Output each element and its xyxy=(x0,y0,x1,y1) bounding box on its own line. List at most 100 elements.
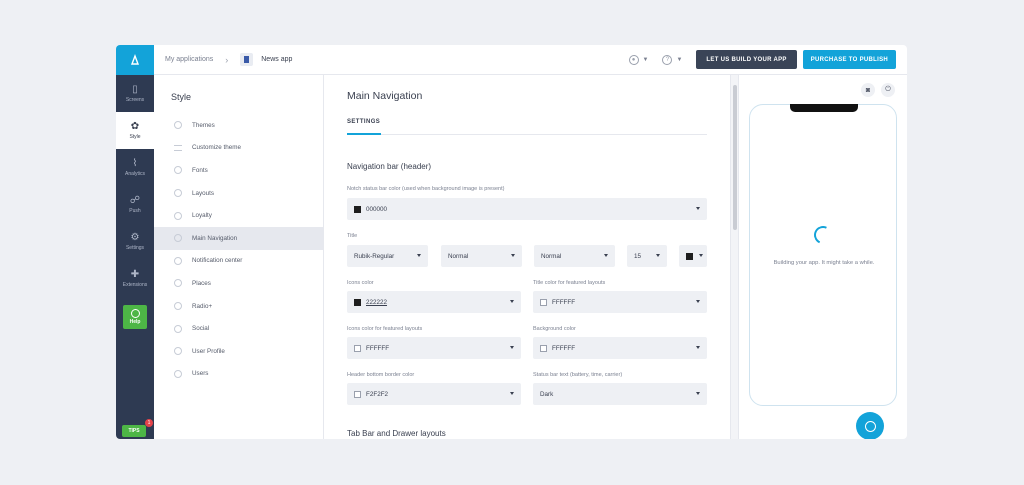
page-title: Main Navigation xyxy=(347,90,423,102)
style-item-social[interactable]: Social xyxy=(154,317,323,340)
chevron-down-icon xyxy=(656,254,660,257)
tab-settings[interactable]: SETTINGS xyxy=(347,119,380,125)
camera-icon[interactable]: ◙ xyxy=(861,83,875,97)
settings-icon: ⚙ xyxy=(130,232,140,243)
extensions-icon: ✚ xyxy=(130,269,140,280)
nav-item-analytics[interactable]: ⌇ Analytics xyxy=(116,149,154,186)
status-bar-select[interactable]: Dark xyxy=(533,383,707,405)
title-font-select[interactable]: Rubik-Regular xyxy=(347,245,428,267)
style-item-themes[interactable]: Themes xyxy=(154,114,323,137)
color-swatch xyxy=(354,390,361,398)
logo-icon xyxy=(130,54,140,65)
background-color-select[interactable]: FFFFFF xyxy=(533,337,707,359)
content-scrollbar[interactable] xyxy=(730,75,739,439)
settings-content: Main Navigation SETTINGS Navigation bar … xyxy=(324,75,730,439)
header-border-select[interactable]: F2F2F2 xyxy=(347,383,521,405)
color-swatch xyxy=(540,344,547,352)
places-icon xyxy=(174,279,182,288)
help-label: Help xyxy=(129,319,141,325)
style-item-customize-theme[interactable]: Customize theme xyxy=(154,137,323,160)
background-color-value: FFFFFF xyxy=(552,344,576,352)
notch-color-value: 000000 xyxy=(366,205,388,213)
loading-spinner-icon xyxy=(811,223,835,247)
layouts-icon xyxy=(174,189,182,198)
title-size-select[interactable]: 15 xyxy=(627,245,667,267)
logo[interactable] xyxy=(116,45,154,75)
style-item-label: Places xyxy=(192,279,211,287)
nav-item-screens[interactable]: ▯ Screens xyxy=(116,75,154,112)
icons-featured-value: FFFFFF xyxy=(366,344,390,352)
nav-item-extensions[interactable]: ✚ Extensions xyxy=(116,260,154,297)
nav-label: Extensions xyxy=(122,282,148,288)
style-item-label: Radio+ xyxy=(192,302,213,310)
chevron-down-icon xyxy=(696,207,700,210)
title-font-value: Rubik-Regular xyxy=(354,252,395,260)
nav-label: Style xyxy=(129,134,141,140)
style-item-fonts[interactable]: Fonts xyxy=(154,159,323,182)
loyalty-icon xyxy=(174,211,182,220)
nav-item-push[interactable]: ☍ Push xyxy=(116,186,154,223)
header-border-value: F2F2F2 xyxy=(366,390,389,398)
chevron-down-icon: ▼ xyxy=(642,56,649,63)
nav-label: Settings xyxy=(125,245,145,251)
title-size-value: 15 xyxy=(634,252,642,260)
scrollbar-thumb[interactable] xyxy=(733,85,737,230)
style-item-places[interactable]: Places xyxy=(154,272,323,295)
chevron-down-icon xyxy=(696,300,700,303)
nav-item-settings[interactable]: ⚙ Settings xyxy=(116,223,154,260)
chevron-down-icon xyxy=(699,254,703,257)
color-swatch xyxy=(354,344,361,352)
title-color-select[interactable] xyxy=(679,245,707,267)
power-icon[interactable]: ⏻ xyxy=(881,83,895,97)
help-menu[interactable]: ? ▼ xyxy=(662,54,683,65)
color-swatch xyxy=(354,205,361,213)
help-button[interactable]: Help xyxy=(123,305,147,329)
chat-button[interactable] xyxy=(856,412,884,439)
question-icon: ? xyxy=(662,54,673,65)
chevron-down-icon xyxy=(696,392,700,395)
title-weight-value: Normal xyxy=(448,252,469,260)
style-item-notification-center[interactable]: Notification center xyxy=(154,250,323,273)
icons-color-value: 222222 xyxy=(366,298,388,306)
icons-color-select[interactable]: 222222 xyxy=(347,291,521,313)
style-item-radio[interactable]: Radio+ xyxy=(154,295,323,318)
style-item-loyalty[interactable]: Loyalty xyxy=(154,204,323,227)
style-panel: Style Themes Customize theme Fonts Layou… xyxy=(154,75,324,439)
purchase-to-publish-button[interactable]: PURCHASE TO PUBLISH xyxy=(802,50,896,69)
chevron-right-icon: › xyxy=(225,54,229,65)
title-weight-select[interactable]: Normal xyxy=(441,245,522,267)
tips-badge: 1 xyxy=(145,419,153,427)
style-item-label: Users xyxy=(192,370,209,378)
style-item-label: Themes xyxy=(192,121,215,129)
title-label: Title xyxy=(347,233,358,239)
title-style-select[interactable]: Normal xyxy=(534,245,615,267)
nav-label: Push xyxy=(129,208,141,214)
app-window: My applications › News app ● ▼ ? ▼ LET U… xyxy=(116,45,907,439)
let-us-build-button[interactable]: LET US BUILD YOUR APP xyxy=(696,50,797,69)
nav-item-style[interactable]: ✿ Style xyxy=(116,112,154,149)
icons-featured-select[interactable]: FFFFFF xyxy=(347,337,521,359)
style-item-main-navigation[interactable]: Main Navigation xyxy=(154,226,323,250)
section-navigation-bar: Navigation bar (header) xyxy=(347,162,432,171)
phone-preview: Building your app. It might take a while… xyxy=(749,104,897,406)
color-swatch xyxy=(540,298,547,306)
breadcrumb-app-name: News app xyxy=(261,56,293,63)
style-item-users[interactable]: Users xyxy=(154,363,323,386)
chevron-down-icon xyxy=(604,254,608,257)
chevron-down-icon xyxy=(417,254,421,257)
chevron-down-icon: ▼ xyxy=(676,56,683,63)
style-item-layouts[interactable]: Layouts xyxy=(154,182,323,205)
breadcrumb-my-applications[interactable]: My applications xyxy=(165,56,213,63)
title-featured-select[interactable]: FFFFFF xyxy=(533,291,707,313)
notch-color-select[interactable]: 000000 xyxy=(347,198,707,220)
style-panel-title: Style xyxy=(171,92,192,102)
top-bar: My applications › News app ● ▼ ? ▼ LET U… xyxy=(154,45,907,75)
style-item-label: Social xyxy=(192,325,210,333)
style-item-user-profile[interactable]: User Profile xyxy=(154,340,323,363)
account-menu[interactable]: ● ▼ xyxy=(628,54,649,65)
style-item-label: Layouts xyxy=(192,189,215,197)
social-icon xyxy=(174,324,182,333)
style-item-label: Notification center xyxy=(192,257,243,265)
radio-icon xyxy=(174,302,182,311)
tips-button[interactable]: TIPS xyxy=(122,425,146,437)
